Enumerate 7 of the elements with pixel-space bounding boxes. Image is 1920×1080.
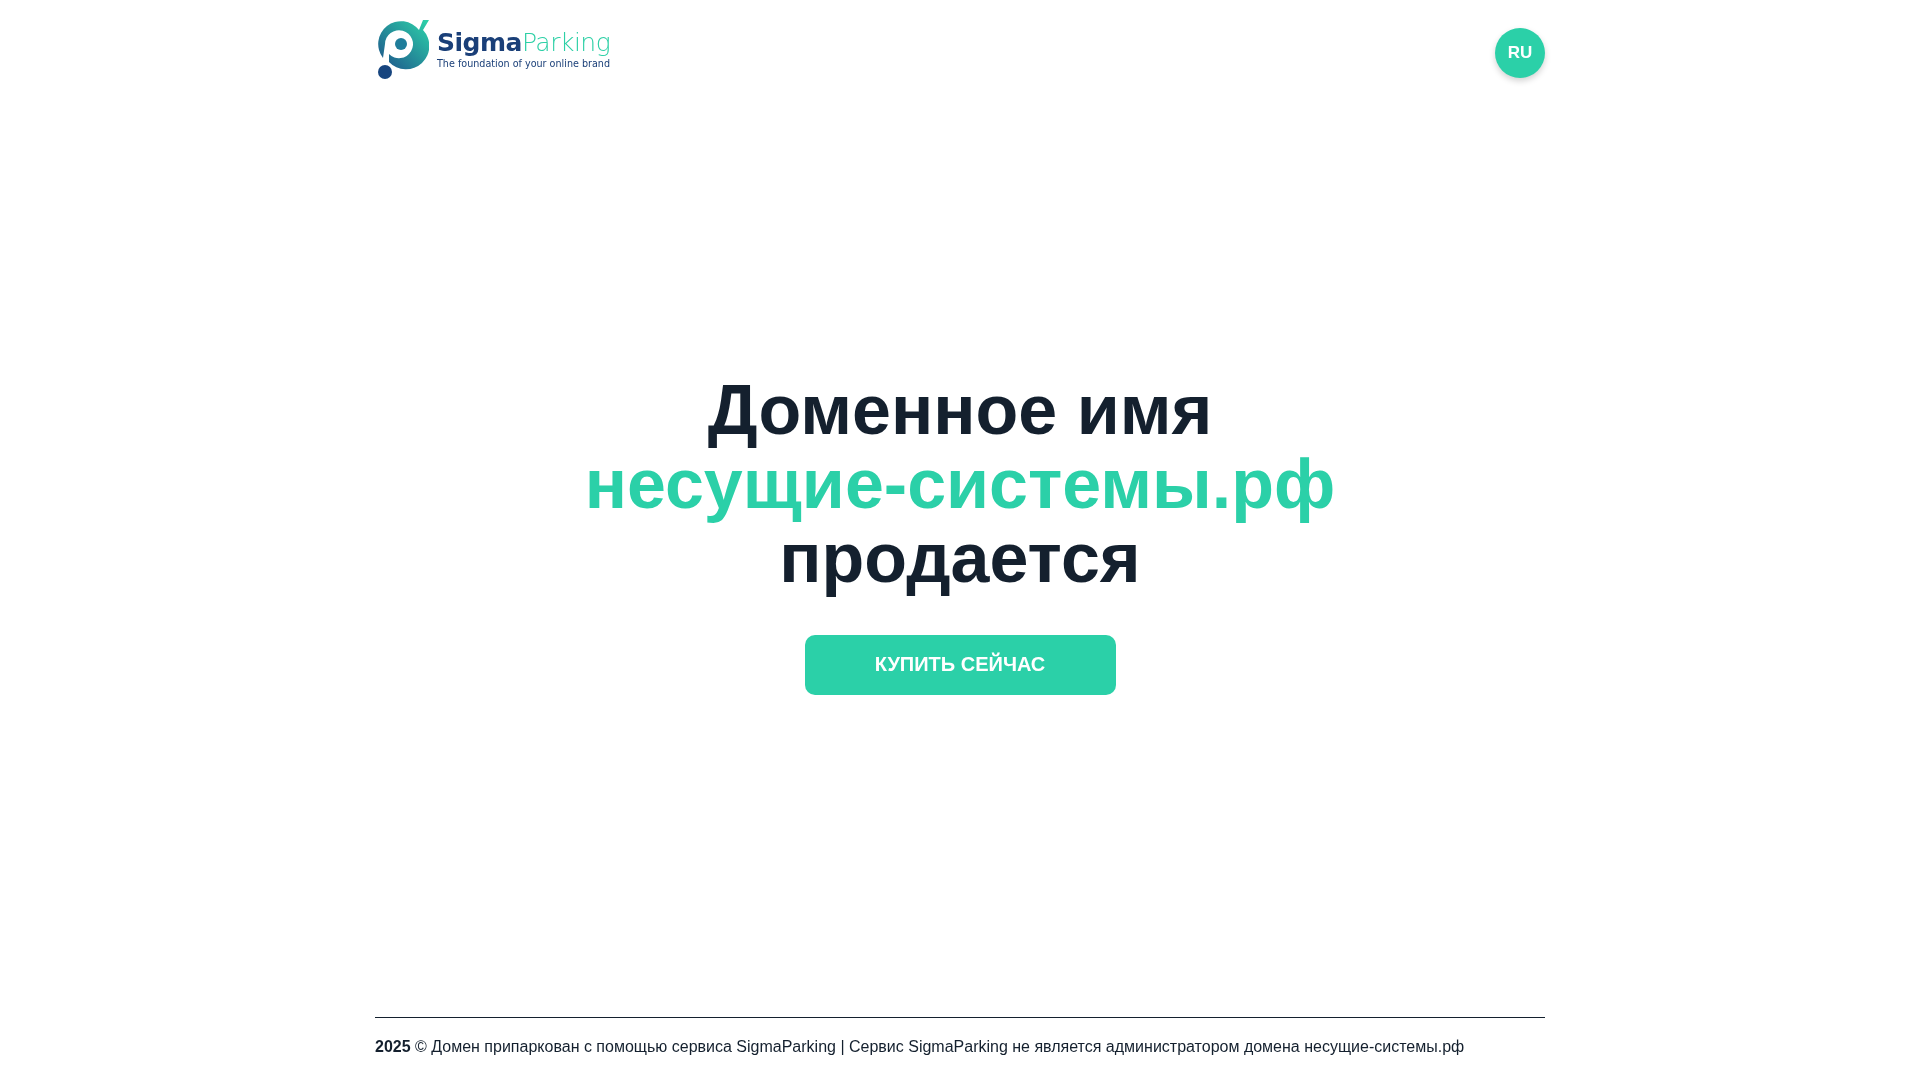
buy-now-button[interactable]: КУПИТЬ СЕЙЧАС — [804, 634, 1116, 695]
language-button[interactable]: RU — [1495, 28, 1545, 78]
logo-tagline: The foundation of your online brand — [437, 58, 611, 69]
heading-line: Доменное имя — [707, 372, 1213, 447]
logo-wordmark: SigmaParking — [437, 29, 611, 57]
footer-text: 2025 © Домен припаркован с помощью сервиса SigmaParking | Сервис SigmaParking не является администратором домена несущие-системы.рф — [375, 1038, 1465, 1056]
logo-icon — [375, 18, 429, 80]
